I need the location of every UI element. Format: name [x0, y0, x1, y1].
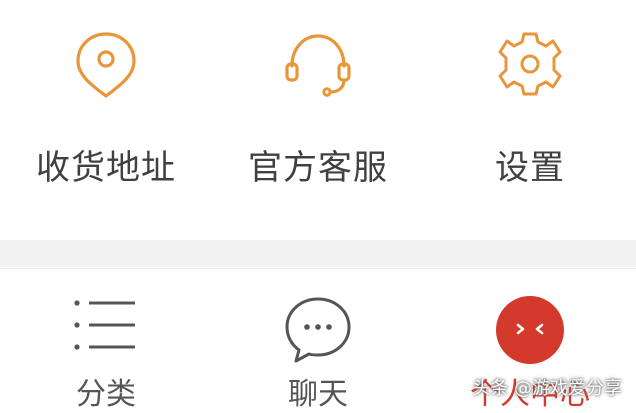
location-pin-icon: [76, 32, 136, 98]
tab-label: 聊天: [288, 377, 348, 412]
watermark-text: 头条 @游戏爱分享: [472, 378, 622, 399]
headset-icon: [285, 34, 351, 97]
list-icon: [74, 300, 135, 350]
quick-menu-grid: 收货地址 官方客服 设置: [0, 0, 636, 240]
menu-item-label: 官方客服: [248, 148, 388, 188]
tab-label: 分类: [76, 377, 136, 412]
menu-item-customer-service[interactable]: 官方客服: [212, 0, 424, 240]
menu-item-settings[interactable]: 设置: [424, 0, 636, 240]
tab-chat[interactable]: 聊天: [212, 269, 424, 412]
gear-icon: [498, 32, 562, 96]
profile-face-icon: [496, 296, 564, 364]
chat-bubble-icon: [285, 297, 351, 363]
menu-item-address[interactable]: 收货地址: [0, 0, 212, 240]
section-divider: [0, 240, 636, 267]
menu-item-label: 设置: [495, 148, 565, 188]
tab-category[interactable]: 分类: [0, 269, 212, 412]
menu-item-label: 收货地址: [36, 148, 176, 188]
